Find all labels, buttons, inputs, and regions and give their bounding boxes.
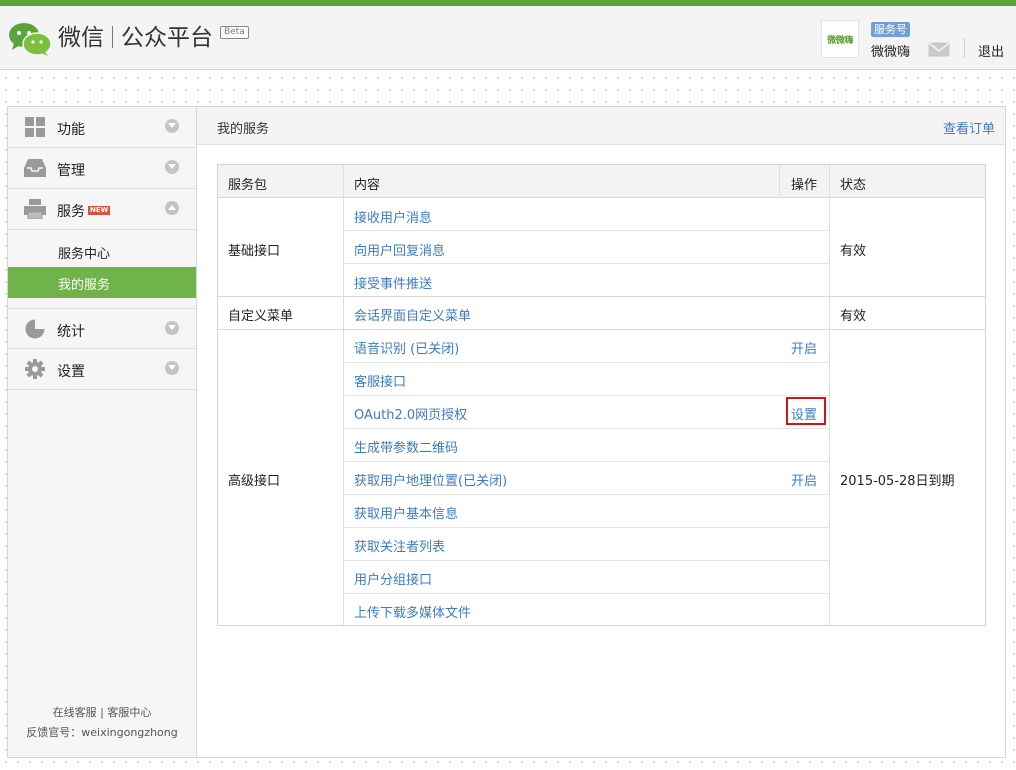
- subitem-label: 我的服务: [58, 278, 111, 293]
- sidebar: 功能 管理 服务 NEW 服务中心 我的服务 统计 设置 在线客服 | 客服中心…: [8, 107, 197, 757]
- sidebar-item-features[interactable]: 功能: [8, 107, 196, 148]
- chevron-down-icon[interactable]: [165, 160, 179, 174]
- sidebar-item-services[interactable]: 服务 NEW: [8, 189, 196, 230]
- row-divider: [344, 560, 829, 561]
- service-center-link[interactable]: 客服中心: [107, 706, 151, 719]
- brand-top-bar: [0, 0, 1016, 6]
- new-badge: NEW: [88, 206, 111, 215]
- row-divider: [344, 428, 829, 429]
- column-header-action: 操作: [791, 178, 818, 193]
- platform-logo-text[interactable]: 微信 公众平台: [58, 22, 213, 54]
- gear-icon: [25, 359, 45, 379]
- row-divider: [344, 263, 829, 264]
- package-name: 自定义菜单: [228, 309, 294, 324]
- sidebar-item-label: 统计: [57, 324, 85, 340]
- sidebar-item-statistics[interactable]: 统计: [8, 308, 196, 349]
- service-link[interactable]: 语音识别 (已关闭): [354, 338, 459, 357]
- feedback-account-line: 反馈官号：weixingongzhong: [8, 723, 196, 743]
- pie-chart-icon: [25, 319, 45, 339]
- column-header-content: 内容: [354, 178, 381, 193]
- chevron-down-icon[interactable]: [165, 361, 179, 375]
- service-link[interactable]: 上传下载多媒体文件: [354, 602, 471, 621]
- column-header-status: 状态: [840, 178, 867, 193]
- logo-divider: [112, 26, 113, 48]
- row-divider: [344, 230, 829, 231]
- package-name: 高级接口: [228, 474, 281, 489]
- top-header: 微信 公众平台 Beta 微微嗨 服务号 微微嗨 退出: [0, 0, 1016, 70]
- sidebar-item-label-text: 服务: [57, 204, 85, 220]
- column-header-package: 服务包: [228, 178, 268, 193]
- sidebar-item-settings[interactable]: 设置: [8, 349, 196, 390]
- service-link[interactable]: 获取用户基本信息: [354, 503, 458, 522]
- footer-divider: |: [100, 706, 104, 719]
- row-divider: [344, 494, 829, 495]
- package-name: 基础接口: [228, 244, 281, 259]
- service-link[interactable]: 接收用户消息: [354, 207, 432, 226]
- column-divider: [829, 165, 830, 625]
- content-header: 我的服务 查看订单: [197, 107, 1005, 145]
- services-table: 服务包 内容 操作 状态 基础接口 有效 接收用户消息 向用户回复消息 接受事件…: [217, 164, 986, 626]
- account-type-badge: 服务号: [871, 22, 910, 37]
- status-text: 有效: [840, 309, 867, 324]
- service-link[interactable]: 会话界面自定义菜单: [354, 305, 471, 324]
- header-divider: [964, 38, 965, 58]
- wechat-logo-icon[interactable]: [8, 21, 52, 57]
- highlight-box: [786, 397, 826, 425]
- logout-link[interactable]: 退出: [978, 41, 1004, 60]
- sidebar-item-management[interactable]: 管理: [8, 148, 196, 189]
- group-divider: [218, 296, 985, 297]
- account-avatar-text: 微微嗨: [827, 36, 853, 46]
- enable-action-link[interactable]: 开启: [791, 338, 817, 357]
- sidebar-footer: 在线客服 | 客服中心 反馈官号：weixingongzhong: [8, 703, 196, 743]
- support-links: 在线客服 | 客服中心: [8, 703, 196, 723]
- group-divider: [218, 329, 985, 330]
- chevron-up-icon[interactable]: [165, 201, 179, 215]
- enable-action-link[interactable]: 开启: [791, 470, 817, 489]
- sidebar-item-label: 设置: [57, 364, 85, 380]
- status-text: 2015-05-28日到期: [840, 474, 955, 489]
- row-divider: [344, 395, 829, 396]
- service-link[interactable]: 获取用户地理位置(已关闭): [354, 470, 507, 489]
- sidebar-item-label: 管理: [57, 163, 85, 179]
- grid-icon: [25, 117, 45, 137]
- status-text: 有效: [840, 244, 867, 259]
- sidebar-subitem-service-center[interactable]: 服务中心: [8, 236, 196, 267]
- service-link[interactable]: 客服接口: [354, 371, 406, 390]
- logo-platform-text: 公众平台: [121, 25, 213, 51]
- chevron-down-icon[interactable]: [165, 321, 179, 335]
- beta-badge: Beta: [220, 26, 249, 39]
- inbox-icon: [24, 159, 46, 177]
- service-link[interactable]: 生成带参数二维码: [354, 437, 458, 456]
- view-orders-link[interactable]: 查看订单: [943, 118, 995, 137]
- feedback-label: 反馈官号：: [26, 726, 82, 739]
- subitem-label: 服务中心: [58, 247, 111, 262]
- account-avatar[interactable]: 微微嗨: [821, 20, 859, 58]
- row-divider: [344, 527, 829, 528]
- sidebar-item-label: 服务 NEW: [57, 201, 111, 221]
- row-divider: [344, 461, 829, 462]
- logo-wechat-text: 微信: [58, 25, 104, 51]
- page-title: 我的服务: [217, 122, 270, 137]
- feedback-account: weixingongzhong: [81, 726, 178, 739]
- service-link[interactable]: OAuth2.0网页授权: [354, 404, 467, 423]
- chevron-down-icon[interactable]: [165, 119, 179, 133]
- row-divider: [344, 593, 829, 594]
- account-name[interactable]: 微微嗨: [871, 41, 910, 60]
- service-link[interactable]: 向用户回复消息: [354, 240, 445, 259]
- main-panel: 功能 管理 服务 NEW 服务中心 我的服务 统计 设置 在线客服 | 客服中心…: [7, 106, 1006, 758]
- column-divider: [779, 165, 780, 198]
- online-support-link[interactable]: 在线客服: [53, 706, 97, 719]
- sidebar-item-label: 功能: [57, 122, 85, 138]
- table-header-row: 服务包 内容 操作 状态: [218, 165, 985, 198]
- sidebar-subitem-my-services[interactable]: 我的服务: [8, 267, 196, 298]
- service-link[interactable]: 获取关注者列表: [354, 536, 445, 555]
- row-divider: [344, 362, 829, 363]
- service-link[interactable]: 用户分组接口: [354, 569, 432, 588]
- service-link[interactable]: 接受事件推送: [354, 273, 432, 292]
- printer-icon: [24, 199, 46, 219]
- mail-icon[interactable]: [928, 42, 950, 57]
